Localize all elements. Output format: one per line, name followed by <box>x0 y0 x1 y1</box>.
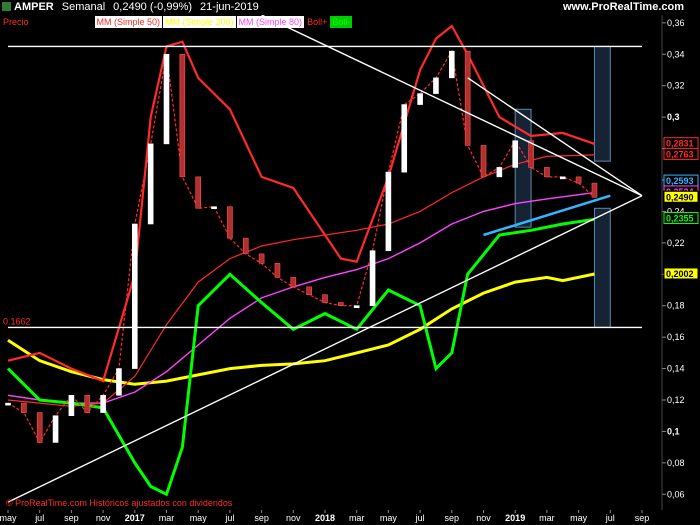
value-label: 0,2831 <box>666 139 694 149</box>
x-tick-label: may <box>0 513 17 523</box>
price-candle <box>433 77 439 94</box>
price-candle <box>132 223 138 369</box>
plot-area <box>0 15 662 510</box>
x-tick-label: sep <box>445 513 460 523</box>
x-tick-label: nov <box>96 513 111 523</box>
value-label: 0,2002 <box>666 269 694 279</box>
price-candle <box>448 50 455 79</box>
price-candle <box>21 402 27 413</box>
y-tick-label: 0,32 <box>667 81 685 91</box>
x-tick-label: sep <box>254 513 269 523</box>
price-candle <box>496 167 503 178</box>
price-candle <box>338 302 344 307</box>
x-tick-label: mar <box>539 513 555 523</box>
y-tick-label: 0,34 <box>667 49 685 59</box>
value-label: 0,2593 <box>666 176 694 186</box>
symbol: AMPER <box>14 1 54 13</box>
period: Semanal <box>61 1 106 13</box>
price-candle <box>528 140 534 168</box>
x-tick-label: mar <box>349 513 365 523</box>
legend-item[interactable]: MM (Simple 50) <box>94 16 163 28</box>
price-candle <box>290 277 297 288</box>
x-tick-label: may <box>570 513 588 523</box>
price-candle <box>179 53 186 178</box>
value-label: 0,2355 <box>666 214 694 224</box>
x-tick-label: jul <box>605 513 615 523</box>
x-tick-label: jul <box>34 513 44 523</box>
indicator-legend: Precio MM (Simple 50) MM (Simple 200) MM (S… <box>1 16 353 28</box>
price-candle <box>559 176 566 180</box>
price-candle <box>147 143 154 225</box>
price-candle <box>401 104 408 173</box>
y-tick-label: 0,18 <box>667 301 685 311</box>
y-tick-label: 0,06 <box>667 489 685 499</box>
price-candle <box>36 412 43 443</box>
price-candle <box>480 145 487 178</box>
y-tick-label: 0,16 <box>667 332 685 342</box>
price-candle <box>242 237 249 255</box>
price-candle <box>306 286 312 296</box>
price-candle <box>211 206 217 210</box>
x-tick-label: 2018 <box>315 513 335 523</box>
y-tick-label: 0,36 <box>667 18 685 28</box>
x-tick-label: may <box>380 513 398 523</box>
legend-item[interactable]: MM (Simple 200) <box>163 16 236 28</box>
chart-window: 0.16620,360,340,320,30,280,260,240,220,2… <box>0 0 700 525</box>
price-candle <box>227 206 233 239</box>
value-label: 0,2763 <box>666 149 694 159</box>
chart-header: AMPER Semanal 0,2490 (-0,99%) 21-jun-2019 w… <box>0 0 700 15</box>
x-tick-label: nov <box>476 513 491 523</box>
price-candle <box>163 53 170 145</box>
price-candle <box>5 402 11 406</box>
x-tick-label: jul <box>224 513 234 523</box>
x-tick-label: jul <box>415 513 425 523</box>
date: 21-jun-2019 <box>200 1 259 13</box>
price-candle <box>544 167 550 178</box>
value-label: 0,2490 <box>666 192 694 202</box>
site-url[interactable]: www.ProRealTime.com <box>563 0 684 15</box>
price-candle <box>591 182 598 198</box>
instrument-icon <box>2 2 11 11</box>
x-tick-label: 2019 <box>505 513 525 523</box>
price-candle <box>195 176 201 209</box>
y-tick-label: 0,08 <box>667 458 685 468</box>
price-candle <box>369 250 376 307</box>
price-candle <box>274 262 281 278</box>
x-tick-label: 2017 <box>125 513 145 523</box>
price-candle <box>68 394 75 417</box>
legend-item[interactable]: Boll+ <box>305 16 330 28</box>
price-candle <box>385 171 392 252</box>
x-tick-label: sep <box>635 513 650 523</box>
legend-item[interactable]: Boll- <box>330 16 353 28</box>
footer-note: © ProRealTime.com Históricos ajustados c… <box>6 498 233 508</box>
x-tick-label: nov <box>286 513 301 523</box>
price-candle <box>464 50 471 146</box>
legend-item[interactable]: Precio <box>1 16 31 28</box>
legend-item[interactable]: MM (Simple 80) <box>236 16 305 28</box>
y-tick-label: 0,12 <box>667 395 685 405</box>
price-candle <box>512 140 519 168</box>
y-tick-label: 0,3 <box>667 112 680 122</box>
price-candle <box>52 415 59 443</box>
lower-target-box <box>593 207 611 328</box>
y-tick-label: 0,1 <box>667 426 680 436</box>
price-candle <box>322 294 328 303</box>
y-tick-label: 0,14 <box>667 364 685 374</box>
price-candle <box>100 394 106 413</box>
quote: 0,2490 (-0,99%) <box>113 1 193 13</box>
price-chart[interactable]: 0.16620,360,340,320,30,280,260,240,220,2… <box>0 0 700 525</box>
price-candle <box>116 368 122 396</box>
price-candle <box>417 93 423 105</box>
y-tick-label: 0,22 <box>667 238 685 248</box>
x-tick-label: mar <box>159 513 175 523</box>
price-candle <box>575 176 582 184</box>
x-tick-label: may <box>190 513 208 523</box>
upper-target-box <box>593 45 611 162</box>
price-candle <box>353 305 360 309</box>
price-candle <box>258 253 265 264</box>
x-tick-label: sep <box>64 513 79 523</box>
support-level-label: 0.1662 <box>3 316 31 326</box>
price-candle <box>84 394 91 413</box>
